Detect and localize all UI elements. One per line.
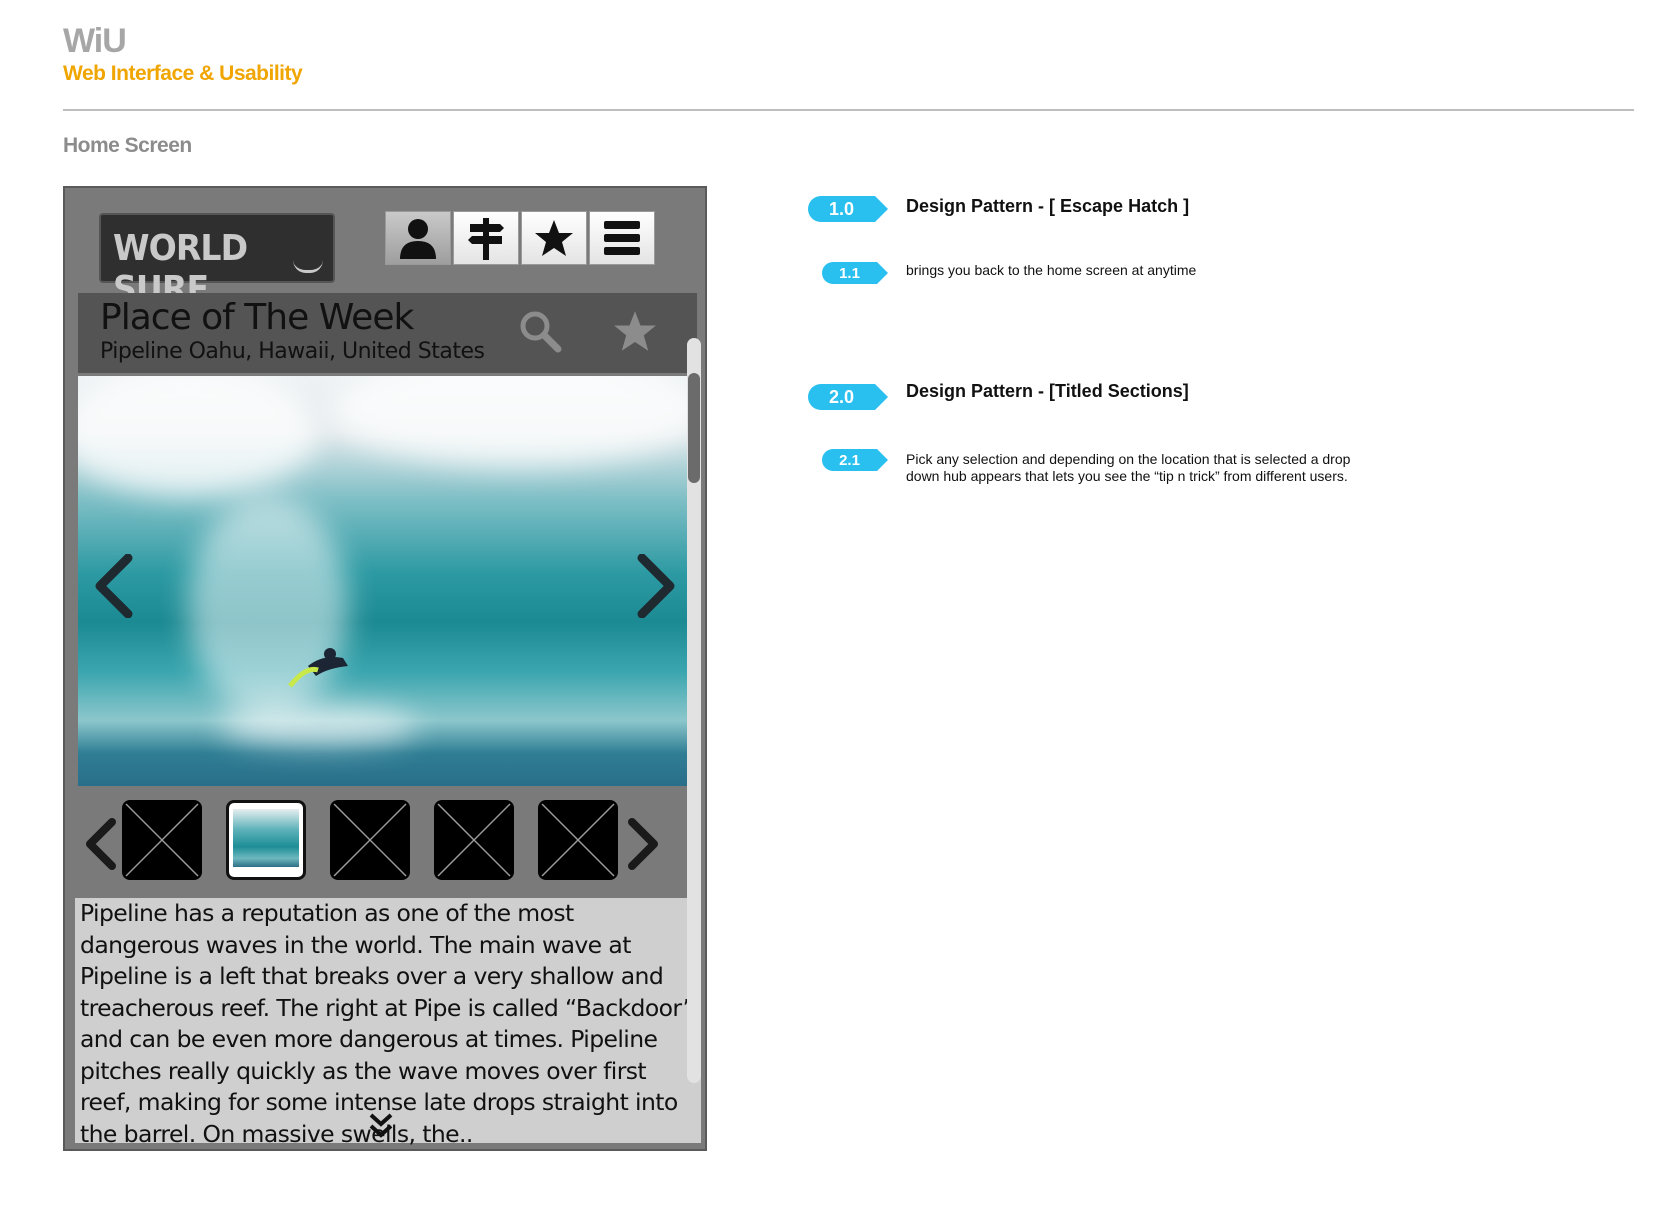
annotation-heading: Design Pattern - [Titled Sections] [906, 381, 1189, 401]
section-title: Home Screen [63, 134, 192, 157]
thumbnail-selected[interactable] [226, 800, 306, 880]
menu-icon [604, 221, 640, 255]
tag-number: 1.1 [822, 262, 877, 284]
favorite-star-icon[interactable] [613, 309, 657, 353]
surfer-figure [288, 648, 348, 688]
annotation-tag-1-0: 1.0 [808, 196, 888, 222]
annotation-text: Pick any selection and depending on the … [906, 451, 1351, 484]
thumbnail[interactable] [538, 800, 618, 880]
app-mockup: WORLD SURF Place of The Week Pipeline Oa… [63, 186, 707, 1151]
brand-title: WiU [63, 22, 127, 60]
description-panel: Pipeline has a reputation as one of the … [75, 898, 701, 1148]
thumbnail-strip [78, 798, 697, 888]
feature-title-bar: Place of The Week Pipeline Oahu, Hawaii,… [78, 293, 697, 373]
tag-number: 1.0 [808, 196, 875, 222]
signpost-icon [468, 218, 504, 260]
thumbnail[interactable] [122, 800, 202, 880]
brand-subtitle: Web Interface & Usability [63, 62, 303, 85]
expand-more-icon[interactable] [368, 1111, 394, 1141]
top-nav [385, 211, 655, 265]
annotation-tag-2-0: 2.0 [808, 384, 888, 410]
header-divider [63, 109, 1634, 111]
hero-image [78, 376, 697, 786]
tag-number: 2.1 [822, 449, 877, 471]
user-icon [400, 219, 436, 259]
annotation-text: brings you back to the home screen at an… [906, 262, 1197, 278]
nav-directions-button[interactable] [453, 211, 519, 265]
nav-favorites-button[interactable] [521, 211, 587, 265]
tag-number: 2.0 [808, 384, 875, 410]
placeholder-image-icon [541, 803, 615, 877]
placeholder-image-icon [333, 803, 407, 877]
nav-profile-button[interactable] [385, 211, 451, 265]
search-icon[interactable] [518, 309, 562, 353]
tag-pointer [877, 449, 888, 471]
tag-pointer [877, 262, 888, 284]
thumbs-prev-arrow-icon[interactable] [82, 818, 120, 870]
annotation-heading: Design Pattern - [ Escape Hatch ] [906, 196, 1190, 216]
thumbnail[interactable] [434, 800, 514, 880]
nav-menu-button[interactable] [589, 211, 655, 265]
hero-next-arrow-icon[interactable] [634, 554, 678, 618]
thumbnail[interactable] [330, 800, 410, 880]
scrollbar-thumb[interactable] [688, 373, 700, 483]
placeholder-image-icon [437, 803, 511, 877]
thumbnail-wave-image [233, 809, 299, 867]
placeholder-image-icon [125, 803, 199, 877]
thumbs-next-arrow-icon[interactable] [624, 818, 662, 870]
tag-pointer [875, 196, 888, 222]
feature-location: Pipeline Oahu, Hawaii, United States [100, 339, 485, 364]
annotation-tag-2-1: 2.1 [822, 449, 888, 471]
annotation-tag-1-1: 1.1 [822, 262, 888, 284]
world-surf-logo[interactable]: WORLD SURF [99, 213, 335, 310]
star-icon [535, 220, 573, 256]
tag-pointer [875, 384, 888, 410]
hero-prev-arrow-icon[interactable] [92, 554, 136, 618]
feature-title: Place of The Week [100, 297, 414, 338]
